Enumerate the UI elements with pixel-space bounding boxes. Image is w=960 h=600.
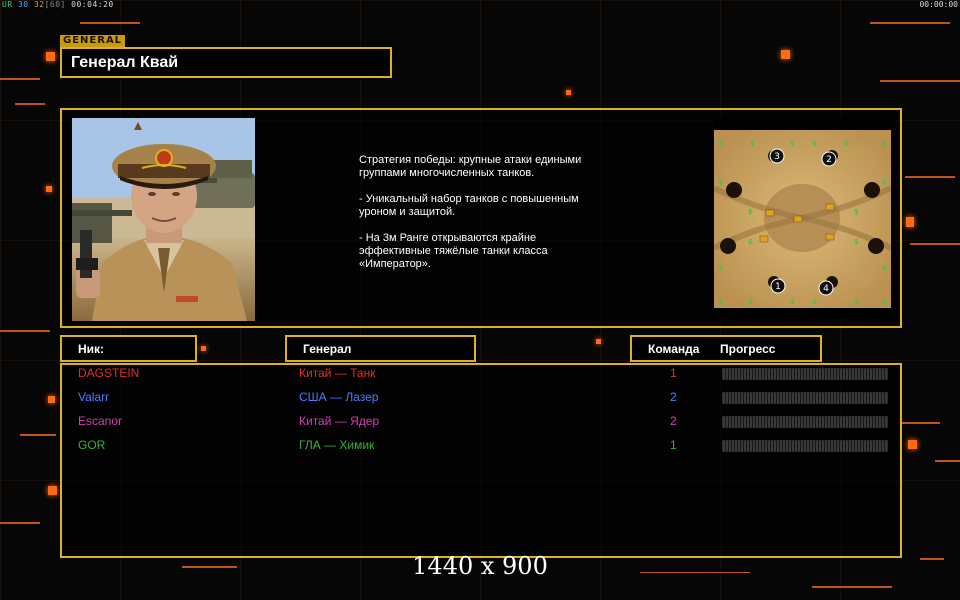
svg-text:$: $ xyxy=(882,140,887,148)
map-preview: 3 2 1 4 $ $ $ $ $ $ $ $ $ $ $ $ $ $ $ $ $ $ $ $ xyxy=(712,118,893,318)
start-position-2: 2 xyxy=(826,155,832,165)
player-team: 1 xyxy=(670,438,677,452)
svg-text:$: $ xyxy=(854,208,859,216)
svg-text:$: $ xyxy=(718,298,723,306)
svg-text:$: $ xyxy=(718,264,723,272)
general-portrait xyxy=(72,118,255,321)
player-row: GOR ГЛА — Химик 1 xyxy=(0,438,960,458)
svg-text:$: $ xyxy=(812,140,817,148)
player-nick: Escanor xyxy=(78,414,123,428)
player-nick: GOR xyxy=(78,438,106,452)
elapsed-time: 00:04:20 xyxy=(71,0,114,9)
player-nick: DAGSTEIN xyxy=(78,366,140,380)
player-row: Valarr США — Лазер 2 xyxy=(0,390,960,410)
svg-text:$: $ xyxy=(748,298,753,306)
column-header-team-progress: Команда Прогресс xyxy=(630,335,822,362)
svg-text:$: $ xyxy=(750,140,755,148)
svg-text:$: $ xyxy=(882,264,887,272)
player-progress-bar xyxy=(722,392,888,404)
svg-text:$: $ xyxy=(812,298,817,306)
column-header-general: Генерал xyxy=(285,335,476,362)
svg-text:$: $ xyxy=(844,140,849,148)
svg-text:$: $ xyxy=(748,238,753,246)
player-progress-bar xyxy=(722,416,888,428)
player-progress-bar xyxy=(722,368,888,380)
svg-text:$: $ xyxy=(882,298,887,306)
description-line: - Уникальный набор танков с повышенным у… xyxy=(359,193,579,218)
game-timer: 00:00:00 xyxy=(919,0,958,9)
svg-text:$: $ xyxy=(748,208,753,216)
player-nick: Valarr xyxy=(78,390,110,404)
description-line: - На 3м Ранге открываются крайне эффекти… xyxy=(359,232,548,270)
player-general: Китай — Ядер xyxy=(299,414,380,428)
column-header-nick: Ник: xyxy=(60,335,197,362)
general-title: Генерал Квай xyxy=(71,54,179,71)
player-general: ГЛА — Химик xyxy=(299,438,375,452)
player-team: 2 xyxy=(670,390,677,404)
strategy-description: Стратегия победы: крупные атаки едиными … xyxy=(359,154,629,284)
player-row: DAGSTEIN Китай — Танк 1 xyxy=(0,366,960,386)
player-row: Escanor Китай — Ядер 2 xyxy=(0,414,960,434)
resolution-label: 1440 x 900 xyxy=(412,552,548,580)
svg-text:$: $ xyxy=(854,298,859,306)
player-team: 1 xyxy=(670,366,677,380)
player-team: 2 xyxy=(670,414,677,428)
title-box: Генерал Квай xyxy=(60,47,392,78)
fps-counter: UR 30 32[60] 00:04:20 xyxy=(2,0,114,9)
start-position-4: 4 xyxy=(823,284,829,294)
player-general: Китай — Танк xyxy=(299,366,376,380)
general-tag: GENERAL xyxy=(60,35,126,47)
player-progress-bar xyxy=(722,440,888,452)
svg-text:$: $ xyxy=(790,298,795,306)
svg-text:$: $ xyxy=(718,178,723,186)
player-general: США — Лазер xyxy=(299,390,379,404)
start-position-1: 1 xyxy=(775,282,781,292)
description-line: Стратегия победы: крупные атаки едиными … xyxy=(359,154,582,179)
svg-text:$: $ xyxy=(854,238,859,246)
column-header-progress: Прогресс xyxy=(720,342,776,356)
column-header-team: Команда xyxy=(648,342,700,356)
svg-text:$: $ xyxy=(790,140,795,148)
svg-text:$: $ xyxy=(718,140,723,148)
start-position-3: 3 xyxy=(774,152,780,162)
svg-text:$: $ xyxy=(882,178,887,186)
